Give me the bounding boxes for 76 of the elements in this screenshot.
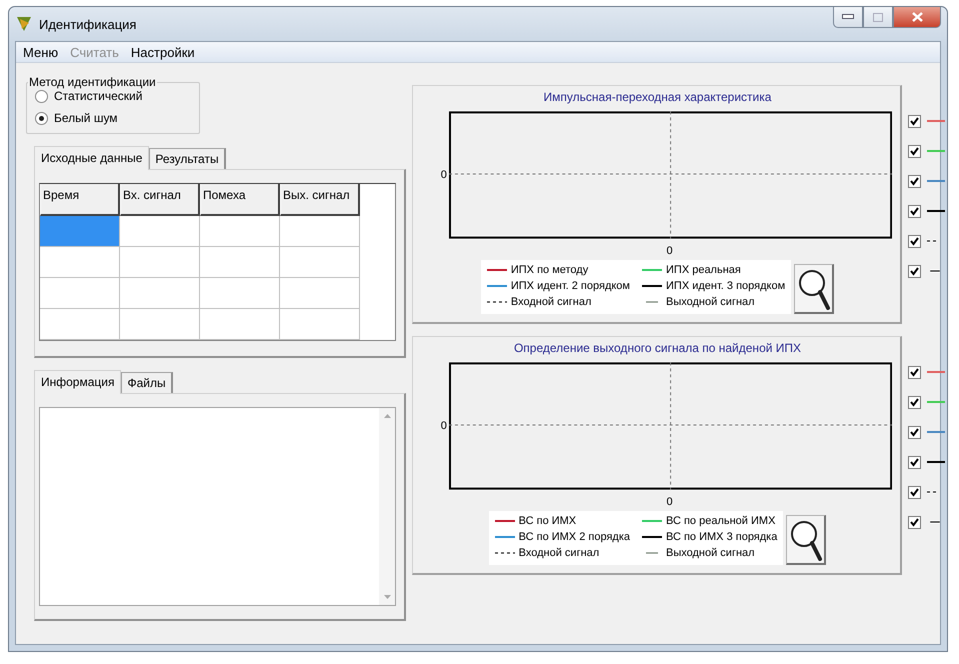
legend-label: ВС по ИМХ 3 порядка [666, 530, 778, 545]
legend-label: Выходной сигнал [666, 295, 755, 310]
series-checkbox[interactable] [908, 144, 921, 158]
search-icon [788, 518, 823, 560]
series-checkbox[interactable] [908, 456, 921, 468]
radio-button[interactable] [35, 112, 48, 124]
legend-label: ВС по реальной ИМХ [666, 514, 776, 529]
series-checkbox[interactable] [908, 516, 921, 528]
axis-tick-label: 0 [665, 495, 674, 508]
maximize-button[interactable] [863, 7, 893, 28]
table-cell[interactable] [40, 216, 120, 247]
zoom-button[interactable] [794, 264, 834, 314]
table-cell[interactable] [200, 309, 280, 340]
legend-label: Входной сигнал [510, 295, 592, 310]
window-title: Идентификация [39, 16, 138, 32]
zoom-button[interactable] [786, 515, 826, 565]
legend-label: ИПХ по методу [510, 263, 588, 278]
legend-label: Входной сигнал [518, 546, 600, 561]
radio-label: Статистический [54, 89, 142, 103]
tab[interactable]: Файлы [121, 372, 173, 393]
axis-tick-label: 0 [440, 420, 448, 432]
axis-tick-label: 0 [665, 244, 674, 257]
column-header[interactable]: Время [40, 184, 120, 216]
group-title: Метод идентификации [28, 75, 157, 89]
axis-tick-label: 0 [440, 169, 448, 181]
close-button[interactable] [893, 7, 941, 28]
legend-label: ИПХ реальная [666, 263, 741, 278]
table-cell[interactable] [120, 309, 200, 340]
table-cell[interactable] [40, 309, 120, 340]
table-cell[interactable] [200, 247, 280, 278]
table-cell[interactable] [40, 278, 120, 309]
table-cell[interactable] [280, 278, 360, 309]
minimize-button[interactable] [833, 7, 863, 28]
tab[interactable]: Результаты [149, 148, 226, 169]
series-checkbox[interactable] [908, 204, 921, 218]
radio-button[interactable] [35, 90, 48, 102]
table-cell[interactable] [120, 216, 200, 247]
series-checkbox[interactable] [908, 174, 921, 188]
table-cell[interactable] [280, 309, 360, 340]
radio-label: Белый шум [54, 111, 118, 125]
series-checkbox[interactable] [908, 264, 921, 278]
legend-label: ИПХ идент. 3 порядком [666, 279, 786, 294]
series-checkbox[interactable] [908, 366, 921, 378]
scroll-down-icon [384, 595, 390, 599]
column-header[interactable]: Помеха [200, 184, 280, 216]
tab[interactable]: Исходные данные [34, 146, 150, 170]
series-checkbox[interactable] [908, 234, 921, 248]
series-checkbox[interactable] [908, 114, 921, 128]
chart-title: Определение выходного сигнала по найденой ИПХ [512, 341, 802, 357]
tab[interactable]: Информация [34, 370, 122, 394]
table-cell[interactable] [280, 216, 360, 247]
column-header[interactable]: Вх. сигнал [120, 184, 200, 216]
scroll-up-icon [384, 414, 390, 418]
series-checkbox[interactable] [908, 396, 921, 408]
close-icon [912, 12, 922, 22]
search-icon [796, 268, 831, 310]
table-cell[interactable] [280, 247, 360, 278]
column-header[interactable]: Вых. сигнал [280, 184, 360, 216]
legend-label: ВС по ИМХ [518, 514, 576, 529]
app-icon [15, 15, 33, 33]
minimize-icon [842, 14, 854, 20]
scrollbar[interactable] [379, 408, 395, 605]
table-cell[interactable] [200, 216, 280, 247]
table-cell[interactable] [40, 247, 120, 278]
chart-title: Импульсная-переходная характеристика [542, 90, 772, 106]
legend-label: ИПХ идент. 2 порядком [510, 279, 630, 294]
maximize-icon [873, 12, 883, 22]
table-cell[interactable] [120, 247, 200, 278]
legend-label: ВС по ИМХ 2 порядка [518, 530, 630, 545]
menu-item[interactable]: Меню [18, 44, 64, 60]
legend-label: Выходной сигнал [666, 546, 755, 561]
series-checkbox[interactable] [908, 426, 921, 438]
table-cell[interactable] [120, 278, 200, 309]
series-checkbox[interactable] [908, 486, 921, 498]
table-cell[interactable] [200, 278, 280, 309]
menu-item[interactable]: Настройки [126, 44, 200, 60]
